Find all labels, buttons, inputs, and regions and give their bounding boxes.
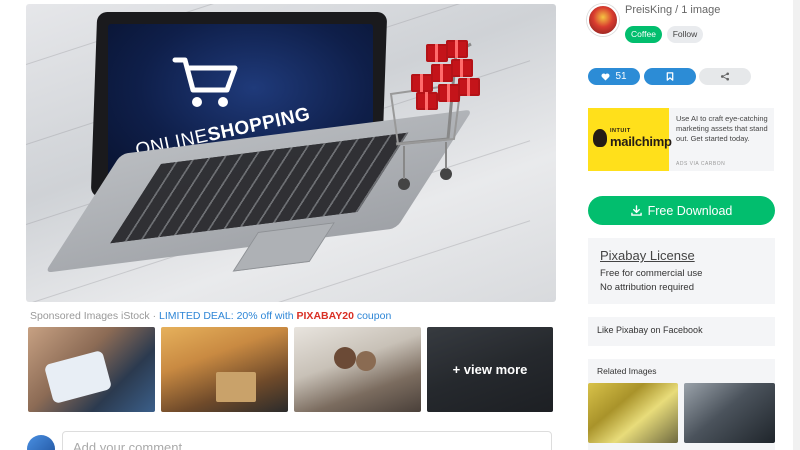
view-more-thumbnail[interactable]: + view more xyxy=(427,327,553,412)
sponsored-thumbnail[interactable] xyxy=(161,327,288,412)
license-line: No attribution required xyxy=(600,282,694,293)
ad-brand: mailchimp xyxy=(610,134,672,149)
download-label: Free Download xyxy=(647,203,733,218)
like-button[interactable]: 51 xyxy=(588,68,640,85)
gift-box xyxy=(411,74,433,92)
heart-icon xyxy=(601,72,610,81)
deal-text[interactable]: LIMITED DEAL: 20% off with xyxy=(159,310,297,322)
carbon-ad[interactable]: INTUIT mailchimp Use AI to craft eye-cat… xyxy=(588,108,774,171)
box-shape xyxy=(216,372,256,402)
gift-box xyxy=(416,92,438,110)
gift-box xyxy=(431,64,453,82)
related-title: Related Images xyxy=(597,366,657,376)
comment-input[interactable]: Add your comment xyxy=(62,431,552,450)
follow-button[interactable]: Follow xyxy=(667,26,703,43)
license-panel: Pixabay License Free for commercial use … xyxy=(588,238,775,304)
sponsored-line[interactable]: Sponsored Images iStock · LIMITED DEAL: … xyxy=(30,310,391,322)
gift-box xyxy=(446,40,468,58)
sponsored-prefix: Sponsored Images iStock · xyxy=(30,310,159,322)
deal-suffix[interactable]: coupon xyxy=(354,310,391,322)
freddie-icon xyxy=(593,129,607,147)
main-photo[interactable]: ONLINESHOPPING xyxy=(26,4,556,302)
ad-via[interactable]: ADS VIA CARBON xyxy=(676,161,725,167)
scrollbar[interactable] xyxy=(793,0,800,450)
gift-box xyxy=(458,78,480,96)
share-icon xyxy=(720,72,730,81)
gift-box xyxy=(426,44,448,62)
user-avatar xyxy=(27,435,55,450)
related-images-panel: Related Images xyxy=(588,359,775,450)
facebook-label: Like Pixabay on Facebook xyxy=(597,325,703,335)
license-line: Free for commercial use xyxy=(600,268,703,279)
sponsored-thumbnail[interactable] xyxy=(294,327,421,412)
author-name[interactable]: PreisKing / 1 image xyxy=(625,4,720,16)
related-image[interactable] xyxy=(684,383,775,443)
page: ONLINESHOPPING Sponsored Images iStock ·… xyxy=(0,0,800,450)
save-button[interactable] xyxy=(644,68,696,85)
mailchimp-logo[interactable]: INTUIT mailchimp xyxy=(588,108,672,171)
bookmark-icon xyxy=(666,72,674,81)
shopping-cart-icon xyxy=(172,57,238,107)
phone-shape xyxy=(43,349,113,405)
download-icon xyxy=(630,205,642,216)
free-download-button[interactable]: Free Download xyxy=(588,196,775,225)
coupon-code[interactable]: PIXABAY20 xyxy=(297,310,354,322)
view-more-label: + view more xyxy=(452,362,528,377)
license-link[interactable]: Pixabay License xyxy=(600,248,763,263)
facebook-like-panel[interactable]: Like Pixabay on Facebook xyxy=(588,317,775,346)
related-image[interactable] xyxy=(588,383,678,443)
person-shape xyxy=(334,347,356,369)
gift-box xyxy=(451,59,473,77)
coffee-button[interactable]: Coffee xyxy=(625,26,662,43)
share-button[interactable] xyxy=(699,68,751,85)
person-shape xyxy=(356,351,376,371)
like-count: 51 xyxy=(615,71,627,82)
author-avatar[interactable] xyxy=(587,4,619,36)
sponsored-thumbnail[interactable] xyxy=(28,327,155,412)
ad-text[interactable]: Use AI to craft eye-catching marketing a… xyxy=(676,114,770,144)
gift-box xyxy=(438,84,460,102)
